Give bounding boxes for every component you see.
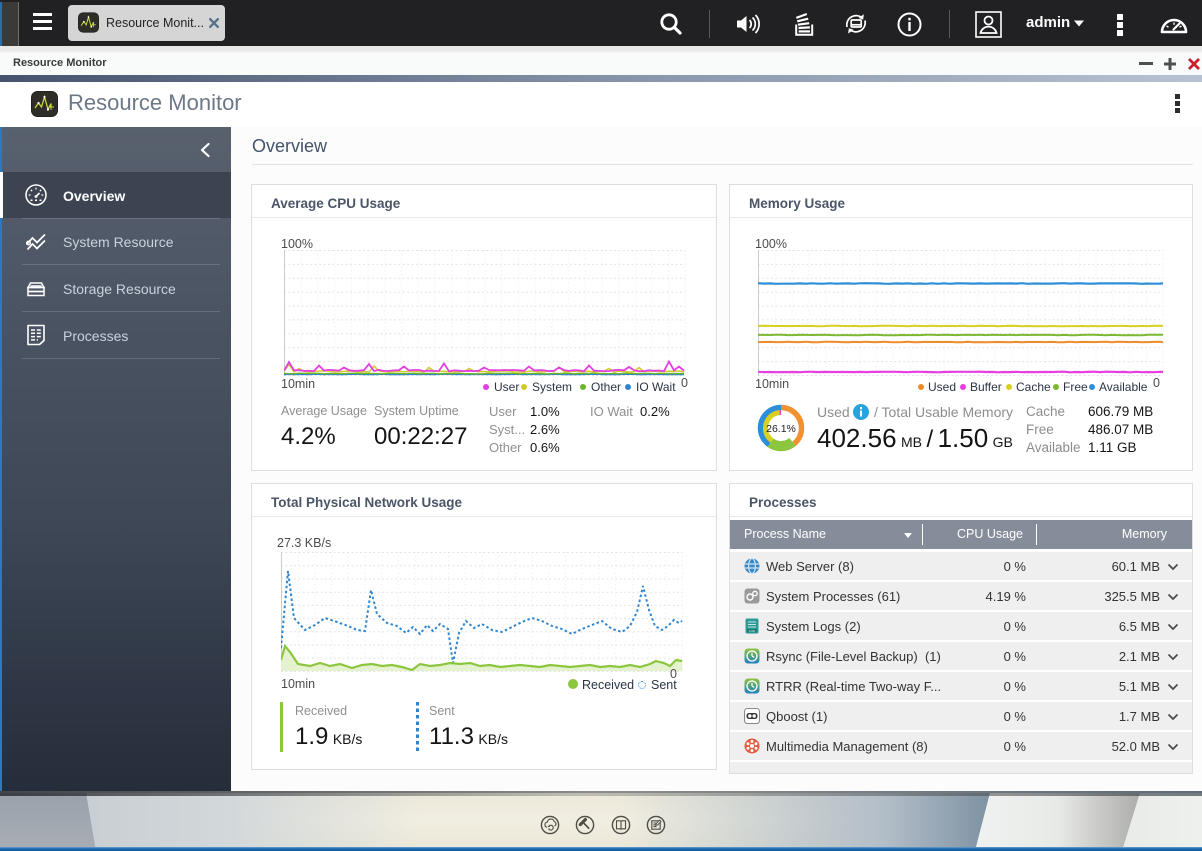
svg-text:26.1%: 26.1% (766, 423, 796, 435)
svg-text:LOG: LOG (749, 629, 755, 633)
